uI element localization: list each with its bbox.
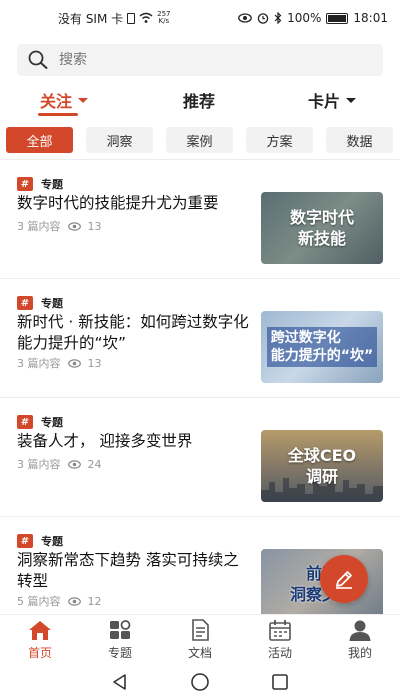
filter-all[interactable]: 全部 [6,127,73,153]
article-count: 5 篇内容 [17,595,61,608]
back-icon[interactable] [111,673,129,691]
battery-icon [326,12,349,24]
search-input[interactable] [59,52,359,68]
card-title[interactable]: 洞察新常态下趋势 落实可持续之转型 [17,550,252,592]
eye-icon [67,221,81,231]
bluetooth-icon [274,12,282,24]
tab-profile-label: 我的 [347,646,372,660]
topic-tag: # 专题 [17,414,63,430]
home-icon [29,621,51,640]
topic-card[interactable]: # 专题 数字时代的技能提升尤为重要 3 篇内容 13 数字时代 新技能 [0,160,400,278]
filter-case[interactable]: 案例 [166,127,233,153]
document-icon [192,619,209,641]
article-count: 3 篇内容 [17,458,61,471]
tab-cards-label: 卡片 [308,92,341,111]
tab-cards[interactable]: 卡片 [308,88,357,112]
topics-icon [110,620,131,639]
topic-tag-label: 专题 [41,178,63,191]
card-title[interactable]: 装备人才， 迎接多变世界 [17,431,252,452]
status-left: 没有 SIM 卡 257 K/s [58,10,171,27]
profile-icon [349,620,371,641]
tab-recommend-label: 推荐 [183,92,216,111]
hashtag-icon: # [17,415,33,429]
wifi-icon [139,12,153,23]
home-circle-icon[interactable] [190,672,210,692]
status-bar: 没有 SIM 卡 257 K/s 100% 18:01 [0,0,400,36]
search-icon [28,50,48,69]
view-count: 12 [87,594,102,608]
alarm-icon [257,13,269,24]
calendar-icon [269,620,291,641]
card-meta: 3 篇内容 24 [17,456,102,472]
bottom-tab-bar: 首页 专题 文档 活动 我的 [0,614,400,664]
recents-icon[interactable] [271,673,289,691]
eye-status-icon [238,13,252,23]
eye-icon [67,596,81,606]
sim-icon [127,12,136,24]
carrier-text: 没有 SIM 卡 [58,11,124,26]
card-meta: 3 篇内容 13 [17,218,102,234]
topic-tag-label: 专题 [41,535,63,548]
topic-tag: # 专题 [17,533,63,549]
tab-recommend[interactable]: 推荐 [183,88,215,112]
battery-percent: 100% [287,11,322,25]
tab-events-label: 活动 [267,646,292,660]
net-speed: 257 K/s [157,11,170,25]
topic-card[interactable]: # 专题 新时代 · 新技能：如何跨过数字化能力提升的“坎” 3 篇内容 13 … [0,279,400,397]
hashtag-icon: # [17,177,33,191]
tab-profile[interactable]: 我的 [330,619,390,661]
tab-documents[interactable]: 文档 [170,619,230,661]
tab-follow[interactable]: 关注 [40,88,89,112]
topic-card[interactable]: # 专题 装备人才， 迎接多变世界 3 篇内容 24 全球CEO 调研 [0,398,400,516]
topic-tag-label: 专题 [41,297,63,310]
net-speed-unit: K/s [158,17,170,25]
tab-topics-label: 专题 [107,646,132,660]
tab-events[interactable]: 活动 [250,619,310,661]
search-bar[interactable] [17,44,383,76]
thumbnail-text: 全球CEO 调研 [287,446,357,486]
top-tabs: 关注 推荐 卡片 [0,84,400,116]
tab-home[interactable]: 首页 [10,619,70,661]
tab-home-label: 首页 [27,646,52,660]
thumbnail-text: 跨过数字化 能力提升的“坎” [266,327,378,367]
clock: 18:01 [353,11,388,25]
filter-solution[interactable]: 方案 [246,127,313,153]
hashtag-icon: # [17,534,33,548]
card-thumbnail[interactable]: 跨过数字化 能力提升的“坎” [261,311,383,383]
pencil-icon [336,571,352,589]
tab-topics[interactable]: 专题 [90,619,150,661]
card-thumbnail[interactable]: 全球CEO 调研 [261,430,383,502]
article-count: 3 篇内容 [17,220,61,233]
active-tab-indicator [38,113,78,116]
filter-insight[interactable]: 洞察 [86,127,153,153]
view-count: 13 [87,356,102,370]
tab-follow-label: 关注 [40,92,73,111]
compose-button[interactable] [320,555,368,603]
status-right: 100% 18:01 [238,11,388,25]
chevron-down-icon [78,97,89,103]
card-title[interactable]: 新时代 · 新技能：如何跨过数字化能力提升的“坎” [17,312,252,354]
eye-icon [67,358,81,368]
hashtag-icon: # [17,296,33,310]
article-count: 3 篇内容 [17,357,61,370]
view-count: 13 [87,219,102,233]
topic-tag: # 专题 [17,176,63,192]
card-title[interactable]: 数字时代的技能提升尤为重要 [17,193,252,214]
topic-tag: # 专题 [17,295,63,311]
eye-icon [67,459,81,469]
filter-data[interactable]: 数据 [326,127,393,153]
thumbnail-text: 数字时代 新技能 [289,208,354,248]
tab-documents-label: 文档 [187,646,212,660]
card-thumbnail[interactable]: 数字时代 新技能 [261,192,383,264]
view-count: 24 [87,457,102,471]
card-meta: 5 篇内容 12 [17,593,102,609]
topic-tag-label: 专题 [41,416,63,429]
filter-chips: 全部 洞察 案例 方案 数据 [0,127,400,155]
system-nav-bar [0,664,400,700]
card-meta: 3 篇内容 13 [17,355,102,371]
chevron-down-icon [346,97,357,103]
